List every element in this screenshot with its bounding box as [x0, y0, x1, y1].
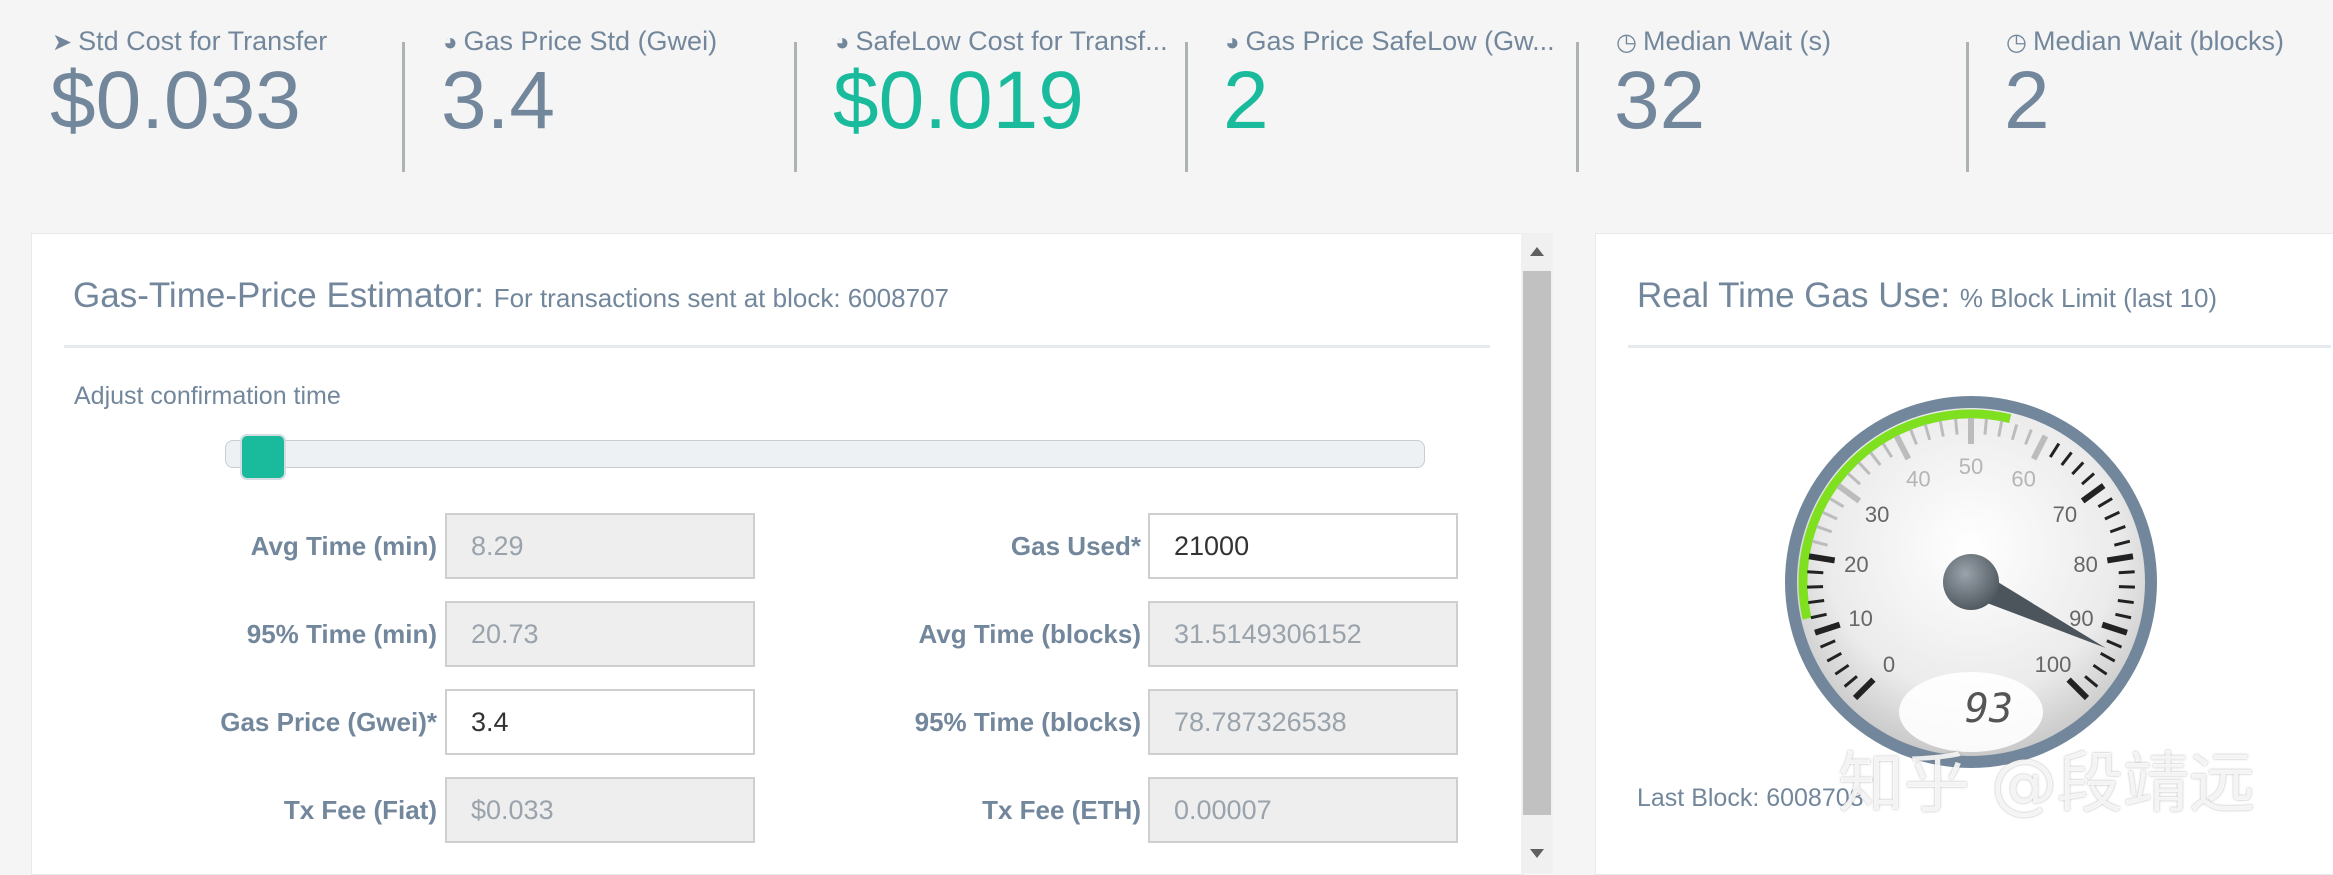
gas-use-panel: Real Time Gas Use: % Block Limit (last 1…: [1595, 233, 2333, 875]
ship-icon: ➤: [52, 29, 73, 56]
95-time-blocks-label: 95% Time (blocks): [914, 707, 1141, 737]
95-time-blocks-field[interactable]: 78.787326538: [1148, 689, 1458, 755]
panel-title: Gas-Time-Price Estimator: For transactio…: [73, 276, 949, 315]
avg-time-min-label: Avg Time (min): [250, 531, 437, 561]
tx-fee-eth-label: Tx Fee (ETH): [982, 795, 1141, 825]
gauge-tick-label: 70: [2053, 502, 2077, 527]
scrollbar-thumb[interactable]: [1523, 271, 1551, 815]
gauge-tick-label: 50: [1959, 454, 1983, 479]
gauge-tick: [2118, 570, 2135, 575]
clock-icon: ◷: [1616, 29, 1637, 56]
tx-fee-fiat-field[interactable]: $0.033: [445, 777, 755, 843]
gauge-tick-label: 10: [1848, 606, 1872, 631]
stat-gas-price-std: ◕ Gas Price Std (Gwei) 3.4: [441, 22, 743, 172]
stat-divider: [402, 42, 405, 172]
stat-label: Gas Price SafeLow (Gw...: [1245, 26, 1555, 56]
stat-gas-price-safelow: ◕ Gas Price SafeLow (Gw... 2: [1223, 22, 1555, 172]
clock-icon: ◷: [2006, 29, 2027, 56]
stat-median-wait-s: ◷ Median Wait (s) 32: [1614, 22, 1916, 172]
stat-divider: [1966, 42, 1969, 172]
panel-subtitle: For transactions sent at block: 6008707: [493, 283, 949, 313]
stat-std-cost: ➤ Std Cost for Transfer $0.033: [50, 22, 352, 172]
gauge-tick-label: 20: [1844, 552, 1868, 577]
dashboard-icon: ◕: [1225, 29, 1240, 56]
panel-title: Real Time Gas Use: % Block Limit (last 1…: [1637, 276, 2218, 315]
tx-fee-fiat-label: Tx Fee (Fiat): [283, 795, 437, 825]
gauge-tick-label: 100: [2035, 652, 2072, 677]
gas-use-gauge: 0 10 20 30 40 50 60 70 80 90 100 93: [1785, 396, 2157, 768]
scrollbar[interactable]: [1521, 233, 1553, 873]
stat-median-wait-blocks: ◷ Median Wait (blocks) 2: [2004, 22, 2326, 172]
avg-time-blocks-field[interactable]: 31.5149306152: [1148, 601, 1458, 667]
scroll-down-icon[interactable]: [1530, 849, 1544, 858]
divider: [64, 345, 1490, 348]
stat-label: Median Wait (blocks): [2032, 26, 2285, 56]
stat-value: $0.033: [50, 55, 301, 146]
gauge-tick: [2118, 585, 2135, 589]
95-time-min-label: 95% Time (min): [246, 619, 437, 649]
gas-price-gwei-input[interactable]: 3.4: [445, 689, 755, 755]
dashboard-icon: ◕: [443, 29, 458, 56]
gauge-tick-label: 40: [1906, 467, 1930, 492]
gauge-tick: [1808, 599, 1825, 605]
stat-value: 32: [1614, 55, 1706, 146]
tx-fee-eth-field[interactable]: 0.00007: [1148, 777, 1458, 843]
gauge-hub: [1943, 554, 1999, 610]
stats-bar: ➤ Std Cost for Transfer $0.033 ◕ Gas Price…: [0, 0, 2333, 200]
stat-label: SafeLow Cost for Transf...: [855, 26, 1168, 56]
gauge-tick: [2117, 599, 2134, 605]
confirmation-time-slider[interactable]: [225, 440, 1425, 468]
stat-divider: [1185, 42, 1188, 172]
gas-used-label: Gas Used*: [1010, 531, 1141, 561]
stat-divider: [1576, 42, 1579, 172]
stat-value: 2: [1223, 55, 1269, 146]
estimator-panel: Gas-Time-Price Estimator: For transactio…: [31, 233, 1523, 875]
gas-price-gwei-label: Gas Price (Gwei)*: [220, 707, 437, 737]
panel-subtitle: % Block Limit (last 10): [1959, 283, 2218, 313]
stat-value: $0.019: [833, 55, 1084, 146]
95-time-min-field[interactable]: 20.73: [445, 601, 755, 667]
divider: [1628, 345, 2331, 348]
stat-safelow-cost: ◕ SafeLow Cost for Transf... $0.019: [833, 22, 1170, 172]
stat-label: Std Cost for Transfer: [78, 26, 328, 56]
gauge-tick-label: 60: [2011, 467, 2035, 492]
stat-divider: [794, 42, 797, 172]
gauge-tick-label: 30: [1865, 502, 1889, 527]
stat-label: Gas Price Std (Gwei): [463, 26, 718, 56]
stat-value: 3.4: [441, 55, 555, 146]
avg-time-blocks-label: Avg Time (blocks): [918, 619, 1142, 649]
gauge-readout: 93: [1965, 686, 2013, 732]
gauge-tick-label: 0: [1883, 652, 1895, 677]
gauge-tick: [1808, 553, 1836, 564]
gauge-tick-label: 90: [2069, 606, 2093, 631]
scroll-up-icon[interactable]: [1530, 247, 1544, 256]
avg-time-min-field[interactable]: 8.29: [445, 513, 755, 579]
stat-value: 2: [2004, 55, 2050, 146]
gauge-tick: [1807, 585, 1824, 589]
gauge-tick: [1983, 418, 1988, 435]
dashboard-icon: ◕: [835, 29, 850, 56]
adjust-label: Adjust confirmation time: [74, 382, 341, 410]
gauge-tick: [1954, 418, 1959, 435]
gas-used-input[interactable]: 21000: [1148, 513, 1458, 579]
last-block-label: Last Block: 6008708: [1637, 784, 1864, 812]
gauge-tick: [1807, 570, 1824, 575]
gauge-tick: [2106, 553, 2134, 564]
slider-handle[interactable]: [240, 434, 286, 480]
stat-label: Median Wait (s): [1642, 26, 1831, 56]
gauge-tick-label: 80: [2073, 552, 2097, 577]
